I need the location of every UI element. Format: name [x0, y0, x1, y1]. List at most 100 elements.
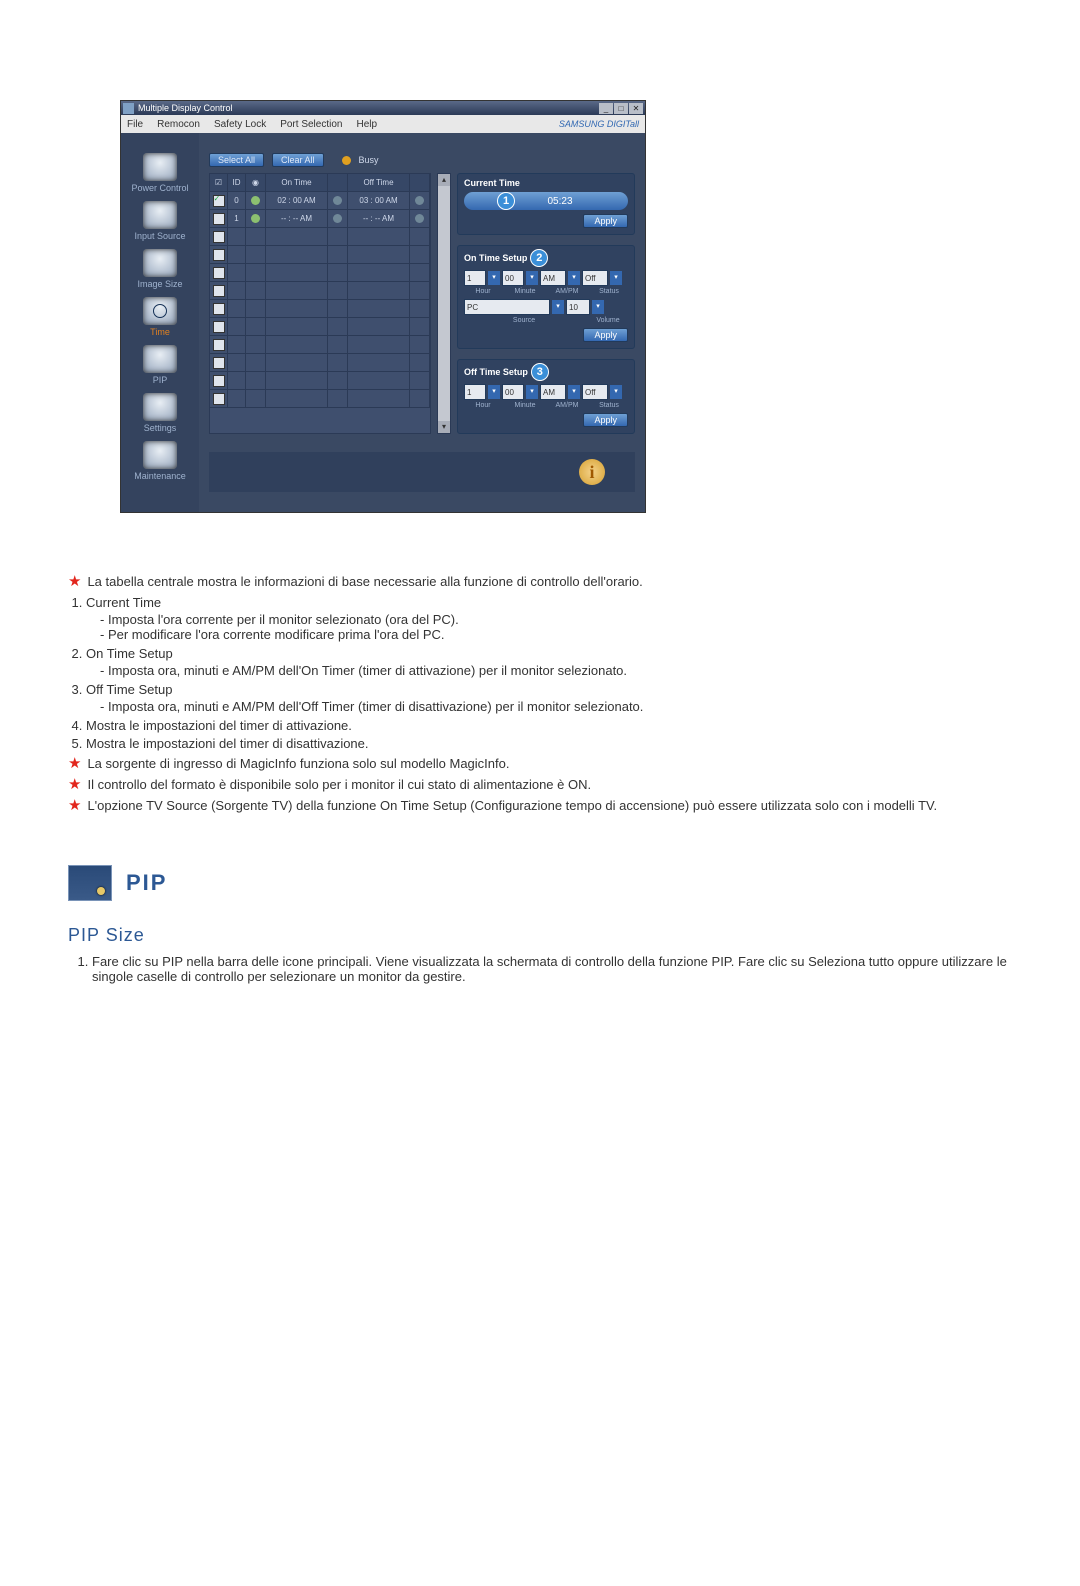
menu-remocon[interactable]: Remocon [157, 119, 200, 130]
off-time-panel: Off Time Setup3 1▾ 00▾ AM▾ Off▾ HourMinu… [457, 359, 635, 434]
table-row [210, 282, 430, 300]
row-checkbox[interactable] [213, 213, 225, 225]
sidebar-item-settings[interactable]: Settings [127, 393, 193, 439]
apply-button[interactable]: Apply [583, 214, 628, 228]
status-led [251, 196, 260, 205]
col-id: ID [228, 174, 246, 192]
list-item: On Time Setup [86, 646, 173, 661]
maintenance-icon [143, 441, 177, 469]
busy-label: Busy [359, 155, 379, 165]
volume-select[interactable]: 10 [566, 299, 590, 315]
ampm-select[interactable]: AM [540, 270, 566, 286]
note-text: Il controllo del formato è disponibile s… [87, 776, 1020, 792]
status-select[interactable]: Off [582, 384, 608, 400]
sidebar-item-image-size[interactable]: Image Size [127, 249, 193, 295]
maximize-button[interactable]: □ [614, 103, 628, 114]
chevron-down-icon[interactable]: ▾ [552, 300, 564, 314]
titlebar: Multiple Display Control _ □ ✕ [121, 101, 645, 115]
sidebar-item-maintenance[interactable]: Maintenance [127, 441, 193, 487]
sidebar-item-label: Settings [127, 423, 193, 433]
ampm-select[interactable]: AM [540, 384, 566, 400]
mdc-window: Multiple Display Control _ □ ✕ File Remo… [120, 100, 646, 513]
menu-safety-lock[interactable]: Safety Lock [214, 119, 266, 130]
scroll-up-icon[interactable]: ▴ [438, 174, 450, 186]
menu-help[interactable]: Help [356, 119, 377, 130]
pip-heading: PIP [126, 870, 167, 896]
chevron-down-icon[interactable]: ▾ [526, 385, 538, 399]
col-off-time: Off Time [348, 174, 410, 192]
row-checkbox[interactable] [213, 231, 225, 243]
image-size-icon [143, 249, 177, 277]
chevron-down-icon[interactable]: ▾ [488, 271, 500, 285]
row-checkbox[interactable] [213, 285, 225, 297]
right-panels: Current Time 105:23 Apply On Time Setup2… [457, 173, 635, 434]
cell-on-time: 02 : 00 AM [266, 192, 328, 210]
sidebar-item-power[interactable]: Power Control [127, 153, 193, 199]
minute-select[interactable]: 00 [502, 384, 524, 400]
table-row [210, 228, 430, 246]
note-text: La sorgente di ingresso di MagicInfo fun… [87, 755, 1020, 771]
status-led [251, 214, 260, 223]
row-checkbox[interactable] [213, 303, 225, 315]
busy-icon [342, 156, 351, 165]
chevron-down-icon[interactable]: ▾ [488, 385, 500, 399]
star-icon: ★ [68, 776, 81, 794]
status-select[interactable]: Off [582, 270, 608, 286]
chevron-down-icon[interactable]: ▾ [592, 300, 604, 314]
row-checkbox[interactable] [213, 357, 225, 369]
minimize-button[interactable]: _ [599, 103, 613, 114]
row-checkbox[interactable] [213, 339, 225, 351]
chevron-down-icon[interactable]: ▾ [610, 271, 622, 285]
col-checkbox: ☑ [210, 174, 228, 192]
menu-file[interactable]: File [127, 119, 143, 130]
pip-heading-row: PIP [68, 865, 1020, 901]
grid-scrollbar[interactable]: ▴▾ [437, 173, 451, 434]
scroll-down-icon[interactable]: ▾ [438, 421, 450, 433]
hour-select[interactable]: 1 [464, 384, 486, 400]
table-row [210, 246, 430, 264]
sidebar-item-label: Image Size [127, 279, 193, 289]
table-row[interactable]: 0 02 : 00 AM 03 : 00 AM [210, 192, 430, 210]
sidebar-item-time[interactable]: Time [127, 297, 193, 343]
sidebar-item-input[interactable]: Input Source [127, 201, 193, 247]
pip-steps: Fare clic su PIP nella barra delle icone… [92, 954, 1020, 984]
document-body: ★La tabella centrale mostra le informazi… [60, 573, 1020, 984]
chevron-down-icon[interactable]: ▾ [568, 271, 580, 285]
source-select[interactable]: PC [464, 299, 550, 315]
sidebar-item-label: Input Source [127, 231, 193, 241]
row-checkbox[interactable] [213, 375, 225, 387]
table-row[interactable]: 1 -- : -- AM -- : -- AM [210, 210, 430, 228]
apply-button[interactable]: Apply [583, 413, 628, 427]
minute-select[interactable]: 00 [502, 270, 524, 286]
app-icon [123, 103, 134, 114]
col-status2 [328, 174, 348, 192]
clear-all-button[interactable]: Clear All [272, 153, 324, 167]
chevron-down-icon[interactable]: ▾ [610, 385, 622, 399]
row-checkbox[interactable] [213, 267, 225, 279]
chevron-down-icon[interactable]: ▾ [568, 385, 580, 399]
row-checkbox[interactable] [213, 321, 225, 333]
hour-select[interactable]: 1 [464, 270, 486, 286]
clock-display: 105:23 [464, 192, 628, 210]
row-checkbox[interactable] [213, 393, 225, 405]
list-item: Off Time Setup [86, 682, 172, 697]
status-bar: i [209, 452, 635, 492]
sidebar-item-pip[interactable]: PIP [127, 345, 193, 391]
select-all-button[interactable]: Select All [209, 153, 264, 167]
star-icon: ★ [68, 797, 81, 815]
apply-button[interactable]: Apply [583, 328, 628, 342]
row-checkbox[interactable] [213, 249, 225, 261]
sidebar-item-label: PIP [127, 375, 193, 385]
callout-3: 3 [532, 364, 548, 380]
panel-title: On Time Setup2 [464, 250, 628, 266]
close-button[interactable]: ✕ [629, 103, 643, 114]
status-led [415, 214, 424, 223]
row-checkbox[interactable] [213, 195, 225, 207]
gear-icon [143, 393, 177, 421]
col-status3 [410, 174, 430, 192]
star-icon: ★ [68, 755, 81, 773]
chevron-down-icon[interactable]: ▾ [526, 271, 538, 285]
note-text: L'opzione TV Source (Sorgente TV) della … [87, 797, 1020, 813]
menu-port-selection[interactable]: Port Selection [280, 119, 342, 130]
sidebar-item-label: Maintenance [127, 471, 193, 481]
